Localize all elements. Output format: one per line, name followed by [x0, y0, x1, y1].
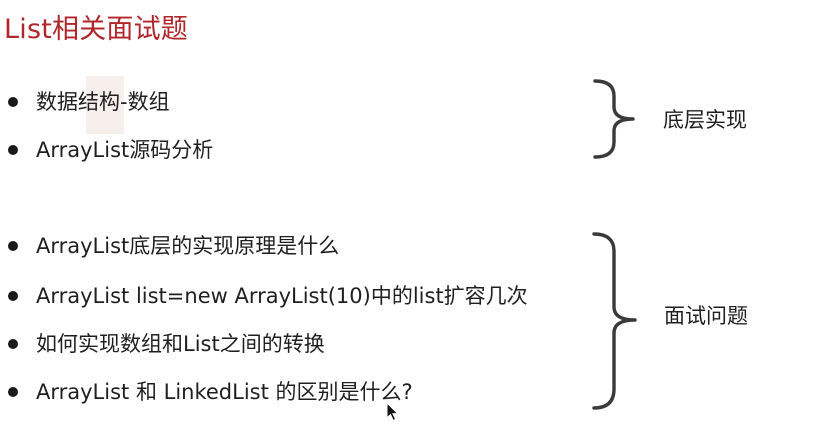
mouse-pointer-icon [386, 401, 400, 422]
bullet-dot-icon [8, 387, 18, 397]
bullet-dot-icon [8, 145, 18, 155]
list-item-text: 如何实现数组和List之间的转换 [36, 332, 325, 356]
brace-label-underlying-implementation: 底层实现 [663, 108, 747, 132]
list-item-text: ArrayList 和 LinkedList 的区别是什么? [36, 380, 413, 404]
list-item: ArrayList源码分析 [0, 134, 520, 166]
bullet-dot-icon [8, 291, 18, 301]
slide-title: List相关面试题 [4, 14, 188, 45]
list-item: 数据结构-数组 [0, 86, 520, 118]
list-item-text: 数据结构-数组 [36, 90, 170, 114]
bullet-dot-icon [8, 97, 18, 107]
brace-label-interview-questions: 面试问题 [664, 304, 748, 328]
bullet-dot-icon [8, 241, 18, 251]
list-item-text: ArrayList源码分析 [36, 138, 214, 162]
list-item: ArrayList list=new ArrayList(10)中的list扩容… [0, 280, 580, 312]
list-item: ArrayList 和 LinkedList 的区别是什么? [0, 376, 580, 408]
slide: List相关面试题 数据结构-数组 ArrayList源码分析 底层实现 Arr… [0, 0, 817, 430]
curly-brace-icon [592, 232, 637, 410]
bullet-dot-icon [8, 339, 18, 349]
list-item: ArrayList底层的实现原理是什么 [0, 230, 580, 262]
list-item-text: ArrayList底层的实现原理是什么 [36, 234, 340, 258]
curly-brace-icon [593, 79, 635, 159]
list-item: 如何实现数组和List之间的转换 [0, 328, 580, 360]
list-item-text: ArrayList list=new ArrayList(10)中的list扩容… [36, 284, 528, 308]
